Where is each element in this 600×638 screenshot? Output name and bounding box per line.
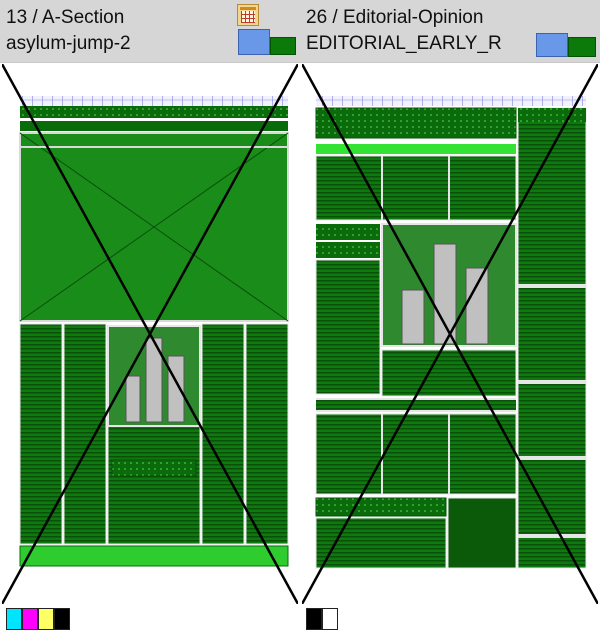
- color-swatches: [306, 608, 338, 630]
- calendar-icon[interactable]: [237, 4, 259, 26]
- page-header[interactable]: 13 / A-Section asylum-jump-2: [0, 0, 300, 63]
- swatch-black: [306, 608, 322, 630]
- swatch-black: [54, 608, 70, 630]
- layout-thumbnail-green: [270, 37, 296, 55]
- dotted-strip: [20, 106, 288, 118]
- layout-canvas: [2, 64, 298, 604]
- masthead-ruler: [316, 96, 586, 106]
- masthead-ruler: [20, 96, 288, 106]
- page-number-section: 26 / Editorial-Opinion: [306, 7, 484, 28]
- swatch-yellow: [38, 608, 54, 630]
- footer-banner: [19, 545, 289, 567]
- right-column-story: [517, 107, 587, 569]
- page-header[interactable]: 26 / Editorial-Opinion EDITORIAL_EARLY_R: [300, 0, 600, 63]
- color-swatches: [6, 608, 70, 630]
- page-layout-preview[interactable]: [302, 64, 598, 604]
- page-slug: asylum-jump-2: [6, 33, 131, 54]
- page-layout-preview[interactable]: [2, 64, 298, 604]
- page-panel-13[interactable]: 13 / A-Section asylum-jump-2: [0, 0, 300, 638]
- page-panel-26[interactable]: 26 / Editorial-Opinion EDITORIAL_EARLY_R: [300, 0, 600, 638]
- layout-thumbnail-icon: [536, 33, 568, 57]
- page-number-section: 13 / A-Section: [6, 7, 125, 28]
- layout-thumbnail-green: [568, 37, 596, 57]
- swatch-white: [322, 608, 338, 630]
- swatch-cyan: [6, 608, 22, 630]
- swatch-magenta: [22, 608, 38, 630]
- page-slug: EDITORIAL_EARLY_R: [306, 33, 502, 54]
- layout-thumbnail-icon: [238, 29, 270, 55]
- layout-canvas: [302, 64, 598, 604]
